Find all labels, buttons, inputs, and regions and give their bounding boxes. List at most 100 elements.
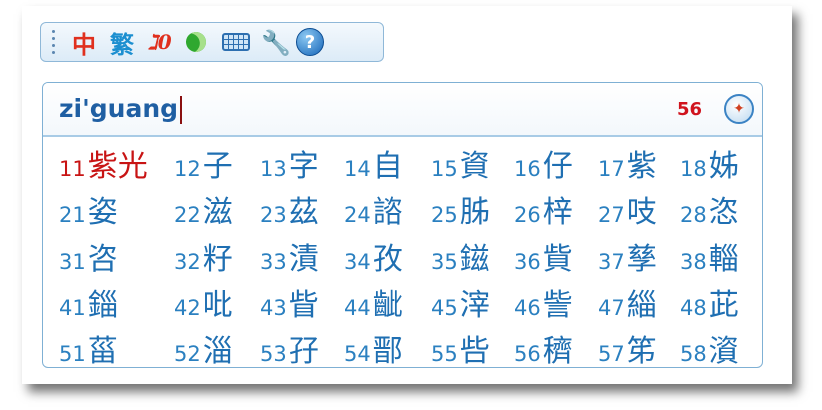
candidate-item[interactable]: 58 澬 (680, 326, 739, 368)
candidate-item[interactable]: 21 姿 (59, 187, 118, 231)
candidate-item[interactable]: 26 梓 (514, 187, 573, 231)
candidate-row: 31 咨 32 籽 33 漬 34 孜 35 鎡 36 貲 37 孳 38 輜 (43, 234, 762, 280)
candidate-number: 25 (431, 203, 458, 227)
candidate-item[interactable]: 32 籽 (174, 234, 233, 278)
candidate-text: 鄑 (372, 334, 403, 368)
candidate-number: 22 (174, 203, 201, 227)
soft-keyboard-button[interactable] (219, 26, 253, 58)
wrench-icon: 🔧 (261, 27, 291, 57)
candidate-text: 輜 (708, 242, 739, 277)
candidate-item[interactable]: 36 貲 (514, 234, 573, 278)
candidate-row: 41 錙 42 吡 43 眥 44 齜 45 滓 46 訾 47 緇 48 茈 (43, 280, 762, 326)
chinese-mode-button[interactable]: 中 (67, 26, 101, 59)
candidate-number: 53 (260, 342, 287, 366)
candidate-number: 57 (598, 342, 625, 366)
candidate-count: 56 (676, 98, 702, 120)
candidate-number: 15 (431, 157, 458, 181)
candidate-item[interactable]: 12 子 (174, 141, 233, 185)
candidate-item[interactable]: 16 仔 (514, 141, 573, 185)
candidate-text: 梓 (542, 195, 573, 230)
candidate-number: 13 (260, 157, 287, 181)
help-button[interactable]: ? (293, 26, 327, 58)
candidate-number: 14 (344, 157, 371, 181)
candidate-item[interactable]: 18 姊 (680, 141, 739, 185)
candidate-item[interactable]: 22 滋 (174, 187, 233, 231)
candidate-text: 滋 (202, 195, 233, 230)
candidate-number: 21 (59, 203, 86, 227)
candidate-number: 54 (344, 342, 371, 366)
candidate-item[interactable]: 24 諮 (344, 187, 403, 231)
candidate-number: 11 (59, 157, 86, 181)
candidate-row: 21 姿 22 滋 23 茲 24 諮 25 胏 26 梓 27 吱 28 恣 (43, 187, 762, 233)
candidate-row: 11 紫光 12 子 13 字 14 自 15 資 16 仔 17 紫 18 姊 (43, 141, 762, 187)
candidate-number: 58 (680, 342, 707, 366)
traditional-label: 繁 (110, 29, 134, 59)
candidate-text: 錙 (87, 288, 118, 323)
candidate-item[interactable]: 15 資 (431, 141, 490, 185)
candidate-item[interactable]: 38 輜 (680, 234, 739, 278)
candidate-text: 穧 (542, 334, 573, 368)
candidate-item[interactable]: 43 眥 (260, 280, 319, 324)
candidate-item[interactable]: 14 自 (344, 141, 403, 185)
candidate-item[interactable]: 54 鄑 (344, 326, 403, 368)
candidate-item[interactable]: 34 孜 (344, 234, 403, 278)
candidate-text: 紫 (626, 149, 657, 184)
candidate-text: 滓 (459, 288, 490, 323)
text-caret (180, 96, 183, 124)
candidate-item[interactable]: 25 胏 (431, 187, 490, 231)
full-width-button[interactable]: ℷ0 (143, 26, 177, 58)
candidate-item[interactable]: 52 淄 (174, 326, 233, 367)
candidate-text: 澬 (708, 334, 739, 368)
candidate-number: 52 (174, 342, 201, 366)
candidate-text: 吱 (626, 195, 657, 230)
candidate-text: 貲 (542, 242, 573, 277)
chinese-mode-label: 中 (72, 29, 96, 59)
candidate-item[interactable]: 57 笫 (598, 326, 657, 367)
candidate-text: 吡 (202, 288, 233, 323)
candidate-item[interactable]: 45 滓 (431, 280, 490, 324)
candidate-text: 菑 (87, 334, 118, 368)
punctuation-mode-button[interactable] (179, 26, 213, 58)
candidate-item[interactable]: 48 茈 (680, 280, 739, 324)
candidate-text: 咨 (87, 242, 118, 277)
candidate-item[interactable]: 44 齜 (344, 280, 403, 324)
candidate-number: 12 (174, 157, 201, 181)
candidate-number: 32 (174, 250, 201, 274)
candidate-item[interactable]: 33 漬 (260, 234, 319, 278)
candidate-item[interactable]: 37 孳 (598, 234, 657, 278)
candidate-item[interactable]: 42 吡 (174, 280, 233, 324)
candidate-text: 胏 (459, 195, 490, 230)
candidate-number: 35 (431, 250, 458, 274)
candidate-item[interactable]: 23 茲 (260, 187, 319, 231)
candidate-text: 緇 (626, 288, 657, 323)
candidate-item[interactable]: 31 咨 (59, 234, 118, 278)
candidate-number: 38 (680, 250, 707, 274)
traditional-chinese-button[interactable]: 繁 (105, 26, 139, 59)
candidate-item[interactable]: 35 鎡 (431, 234, 490, 278)
candidate-item[interactable]: 47 緇 (598, 280, 657, 324)
candidate-window: zi'guang 56 ✦ 11 紫光 12 子 13 字 14 自 15 資 16 仔 17 紫 18 姊 2… (42, 82, 763, 368)
candidate-item[interactable]: 46 訾 (514, 280, 573, 324)
candidate-item[interactable]: 55 呰 (431, 326, 490, 367)
candidate-item[interactable]: 11 紫光 (59, 141, 148, 185)
settings-button[interactable]: 🔧 (259, 26, 293, 58)
candidate-text: 諮 (372, 195, 403, 230)
candidate-item[interactable]: 17 紫 (598, 141, 657, 185)
keyboard-icon (222, 33, 250, 51)
candidate-text: 資 (459, 149, 490, 184)
candidate-item[interactable]: 41 錙 (59, 280, 118, 324)
candidate-text: 姊 (708, 149, 739, 184)
candidate-item[interactable]: 28 恣 (680, 187, 739, 231)
candidate-item[interactable]: 13 字 (260, 141, 319, 185)
candidate-number: 26 (514, 203, 541, 227)
candidate-item[interactable]: 53 孖 (260, 326, 319, 367)
candidate-number: 56 (514, 342, 541, 366)
candidate-item[interactable]: 27 吱 (598, 187, 657, 231)
candidate-text: 恣 (708, 195, 739, 230)
candidate-item[interactable]: 56 穧 (514, 326, 573, 368)
candidate-text: 字 (288, 149, 319, 184)
toolbar-drag-handle[interactable] (47, 28, 59, 56)
page-turn-button[interactable]: ✦ (724, 94, 754, 124)
composition-input[interactable]: zi'guang (59, 94, 183, 124)
candidate-item[interactable]: 51 菑 (59, 326, 118, 368)
